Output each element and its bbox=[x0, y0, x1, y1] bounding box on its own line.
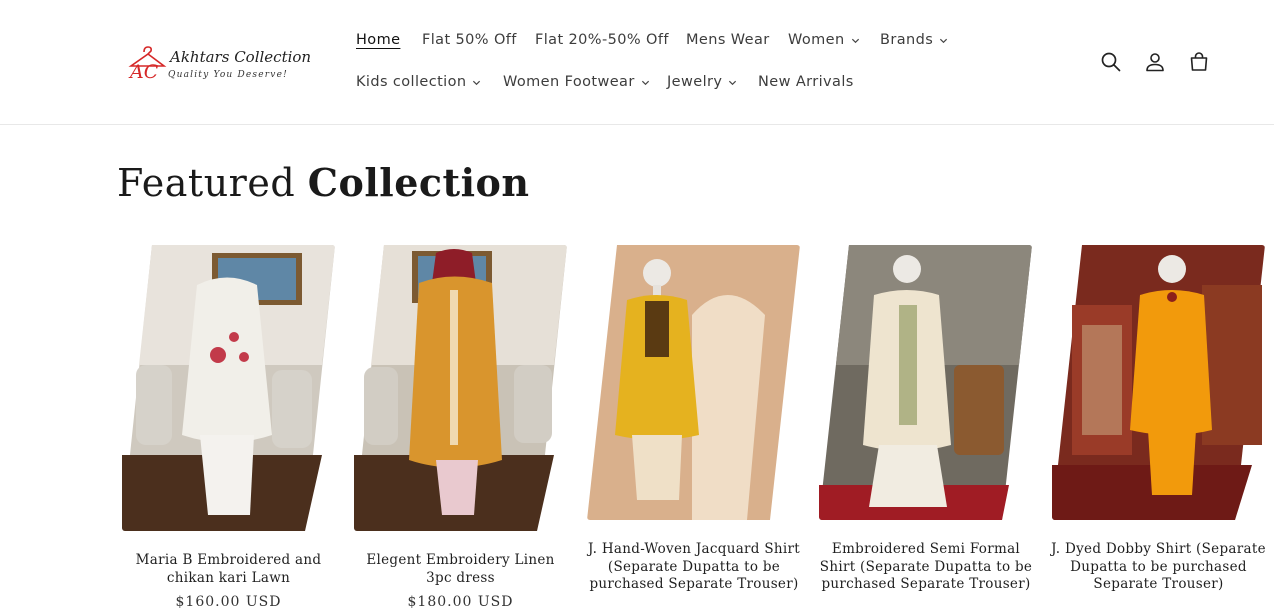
product-image[interactable] bbox=[587, 245, 800, 520]
nav-home-label: Home bbox=[356, 32, 401, 48]
nav-flat-20-50-off[interactable]: Flat 20%-50% Off bbox=[535, 31, 669, 49]
product-price: $180.00 USD bbox=[407, 594, 514, 610]
chevron-down-icon bbox=[472, 78, 481, 87]
nav-women-footwear[interactable]: Women Footwear bbox=[503, 73, 650, 91]
nav-kids-collection[interactable]: Kids collection bbox=[356, 73, 481, 91]
nav-flat-50-off[interactable]: Flat 50% Off bbox=[422, 31, 517, 49]
nav-women[interactable]: Women bbox=[788, 31, 860, 49]
chevron-down-icon bbox=[641, 78, 650, 87]
nav-kids-collection-label: Kids collection bbox=[356, 74, 467, 90]
section-title-bold: Collection bbox=[307, 160, 530, 205]
svg-text:Quality You Deserve!: Quality You Deserve! bbox=[168, 70, 288, 80]
product-image[interactable] bbox=[354, 245, 567, 531]
nav-mens-wear[interactable]: Mens Wear bbox=[686, 31, 770, 49]
nav-brands[interactable]: Brands bbox=[880, 31, 948, 49]
nav-flat-20-50-off-label: Flat 20%-50% Off bbox=[535, 32, 669, 48]
nav-mens-wear-label: Mens Wear bbox=[686, 32, 770, 48]
product-title[interactable]: Maria B Embroidered and chikan kari Lawn bbox=[122, 552, 335, 587]
product-image[interactable] bbox=[1052, 245, 1265, 520]
search-icon[interactable] bbox=[1099, 50, 1123, 74]
nav-women-footwear-label: Women Footwear bbox=[503, 74, 635, 90]
product-price: $160.00 USD bbox=[175, 594, 282, 610]
section-title: Featured Collection bbox=[117, 158, 530, 208]
product-title[interactable]: J. Hand-Woven Jacquard Shirt (Separate D… bbox=[580, 541, 808, 594]
nav-new-arrivals-label: New Arrivals bbox=[758, 74, 854, 90]
product-title[interactable]: Embroidered Semi Formal Shirt (Separate … bbox=[812, 541, 1040, 594]
chevron-down-icon bbox=[939, 36, 948, 45]
svg-text:AC: AC bbox=[128, 61, 159, 83]
nav-home[interactable]: Home bbox=[356, 31, 400, 49]
chevron-down-icon bbox=[728, 78, 737, 87]
account-icon[interactable] bbox=[1143, 50, 1167, 74]
section-title-regular: Featured bbox=[117, 161, 296, 205]
nav-new-arrivals[interactable]: New Arrivals bbox=[758, 73, 854, 91]
cart-icon[interactable] bbox=[1187, 50, 1211, 74]
product-title[interactable]: Elegent Embroidery Linen 3pc dress bbox=[354, 552, 567, 587]
nav-flat-50-off-label: Flat 50% Off bbox=[422, 32, 517, 48]
nav-brands-label: Brands bbox=[880, 32, 934, 48]
site-header: AC Akhtars Collection Quality You Deserv… bbox=[0, 0, 1274, 125]
brand-logo[interactable]: AC Akhtars Collection Quality You Deserv… bbox=[128, 40, 311, 84]
product-image[interactable] bbox=[819, 245, 1032, 520]
chevron-down-icon bbox=[851, 36, 860, 45]
nav-jewelry[interactable]: Jewelry bbox=[667, 73, 737, 91]
svg-text:Akhtars Collection: Akhtars Collection bbox=[168, 48, 311, 66]
product-image[interactable] bbox=[122, 245, 335, 531]
nav-jewelry-label: Jewelry bbox=[667, 74, 723, 90]
nav-women-label: Women bbox=[788, 32, 845, 48]
product-title[interactable]: J. Dyed Dobby Shirt (Separate Dupatta to… bbox=[1046, 541, 1271, 594]
